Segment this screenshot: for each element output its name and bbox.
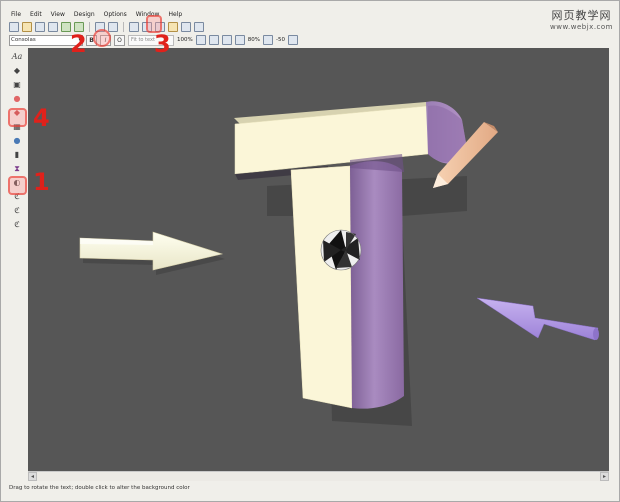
horizontal-scrollbar[interactable]: ◂ ▸	[28, 471, 609, 481]
align-left-icon[interactable]	[208, 35, 219, 45]
outline-button[interactable]: O	[114, 34, 125, 46]
watermark: 网页教学网 www.webjx.com	[550, 7, 613, 31]
save-icon[interactable]	[35, 22, 45, 32]
highlight-tool-4	[8, 108, 27, 127]
render-canvas[interactable]	[28, 48, 609, 471]
annotation-2: 2	[70, 30, 87, 58]
t-stem-side	[350, 161, 404, 409]
cream-arrow-left[interactable]	[79, 231, 225, 275]
toolbar-separator	[123, 22, 124, 32]
purple-arrow-bottom-right[interactable]	[476, 297, 599, 341]
status-bar: Drag to rotate the text; double click to…	[9, 485, 190, 491]
align-center-icon[interactable]	[221, 35, 232, 45]
light-settings-icon[interactable]	[181, 22, 191, 32]
annotation-1: 1	[33, 168, 50, 196]
cylinder-tool-icon[interactable]: ▮	[12, 149, 23, 160]
scroll-left-icon[interactable]: ◂	[28, 472, 37, 481]
scene-svg	[79, 101, 599, 426]
sphere-tool-icon[interactable]: ●	[12, 93, 23, 104]
cube-tool-icon[interactable]: ▣	[12, 79, 23, 90]
zoom-value[interactable]: 100%	[177, 37, 193, 43]
annotation-3: 3	[154, 30, 171, 58]
bevel-tool-icon[interactable]: ⧗	[12, 163, 23, 174]
highlight-bold	[93, 29, 111, 47]
depth-stepper-icon[interactable]	[262, 35, 273, 45]
angle-value[interactable]: -50	[276, 37, 285, 43]
effect-b-icon[interactable]: ℭ	[12, 205, 23, 216]
toolbar-separator	[89, 22, 90, 32]
watermark-url: www.webjx.com	[550, 23, 613, 31]
export-icon[interactable]	[48, 22, 58, 32]
text-tool-icon[interactable]: Aa	[12, 51, 23, 62]
depth-value[interactable]: 80%	[248, 37, 260, 43]
new-file-icon[interactable]	[9, 22, 19, 32]
t-stem-front	[290, 165, 353, 409]
shape-tool-icon[interactable]: ◆	[12, 65, 23, 76]
striped-ball[interactable]	[320, 229, 362, 271]
zoom-stepper-icon[interactable]	[195, 35, 206, 45]
effect-c-icon[interactable]: ℭ	[12, 219, 23, 230]
font-select-value: Consolas	[11, 37, 36, 43]
watermark-title: 网页教学网	[551, 9, 612, 22]
annotation-4: 4	[33, 104, 50, 132]
globe-tool-icon[interactable]: ●	[12, 135, 23, 146]
angle-stepper-icon[interactable]	[287, 35, 298, 45]
align-right-icon[interactable]	[234, 35, 245, 45]
display-icon[interactable]	[194, 22, 204, 32]
redo-icon[interactable]	[108, 22, 118, 32]
flip-icon[interactable]	[129, 22, 139, 32]
scroll-right-icon[interactable]: ▸	[600, 472, 609, 481]
highlight-tool-1	[8, 176, 27, 195]
app-window: File Edit View Design Options Window Hel…	[0, 0, 620, 502]
open-folder-icon[interactable]	[22, 22, 32, 32]
